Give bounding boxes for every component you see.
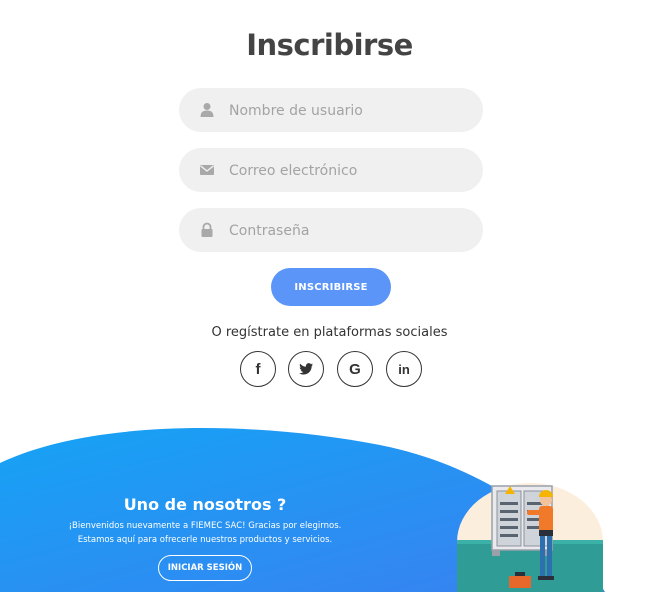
linkedin-icon: in [398,361,410,377]
signup-button[interactable]: INSCRIBIRSE [271,268,391,306]
google-icon: G [349,360,361,378]
login-button[interactable]: INICIAR SESIÓN [157,555,253,581]
facebook-button[interactable]: f [240,351,276,387]
twitter-icon [299,363,313,375]
username-field[interactable] [179,88,483,134]
google-button[interactable]: G [337,351,373,387]
password-field[interactable] [179,208,483,254]
twitter-button[interactable] [288,351,324,387]
welcome-panel-content: Uno de nosotros ? ¡Bienvenidos nuevament… [45,495,365,581]
page-title: Inscribirse [246,28,413,62]
electrician-illustration [457,483,603,592]
social-signup-text: O regístrate en plataformas sociales [211,325,448,340]
panel-description-line-1: ¡Bienvenidos nuevamente a FIEMEC SAC! Gr… [68,521,342,531]
password-input[interactable] [227,208,471,254]
lock-icon [201,222,213,237]
linkedin-button[interactable]: in [386,351,422,387]
panel-title: Uno de nosotros ? [123,495,287,514]
envelope-icon [200,165,214,175]
user-icon [200,103,214,117]
panel-description-line-2: Estamos aquí para ofrecerle nuestros pro… [77,535,333,545]
username-input[interactable] [227,88,471,134]
email-field[interactable] [179,148,483,194]
email-input[interactable] [227,148,471,194]
facebook-icon: f [255,360,261,378]
panel-description: ¡Bienvenidos nuevamente a FIEMEC SAC! Gr… [45,519,365,547]
